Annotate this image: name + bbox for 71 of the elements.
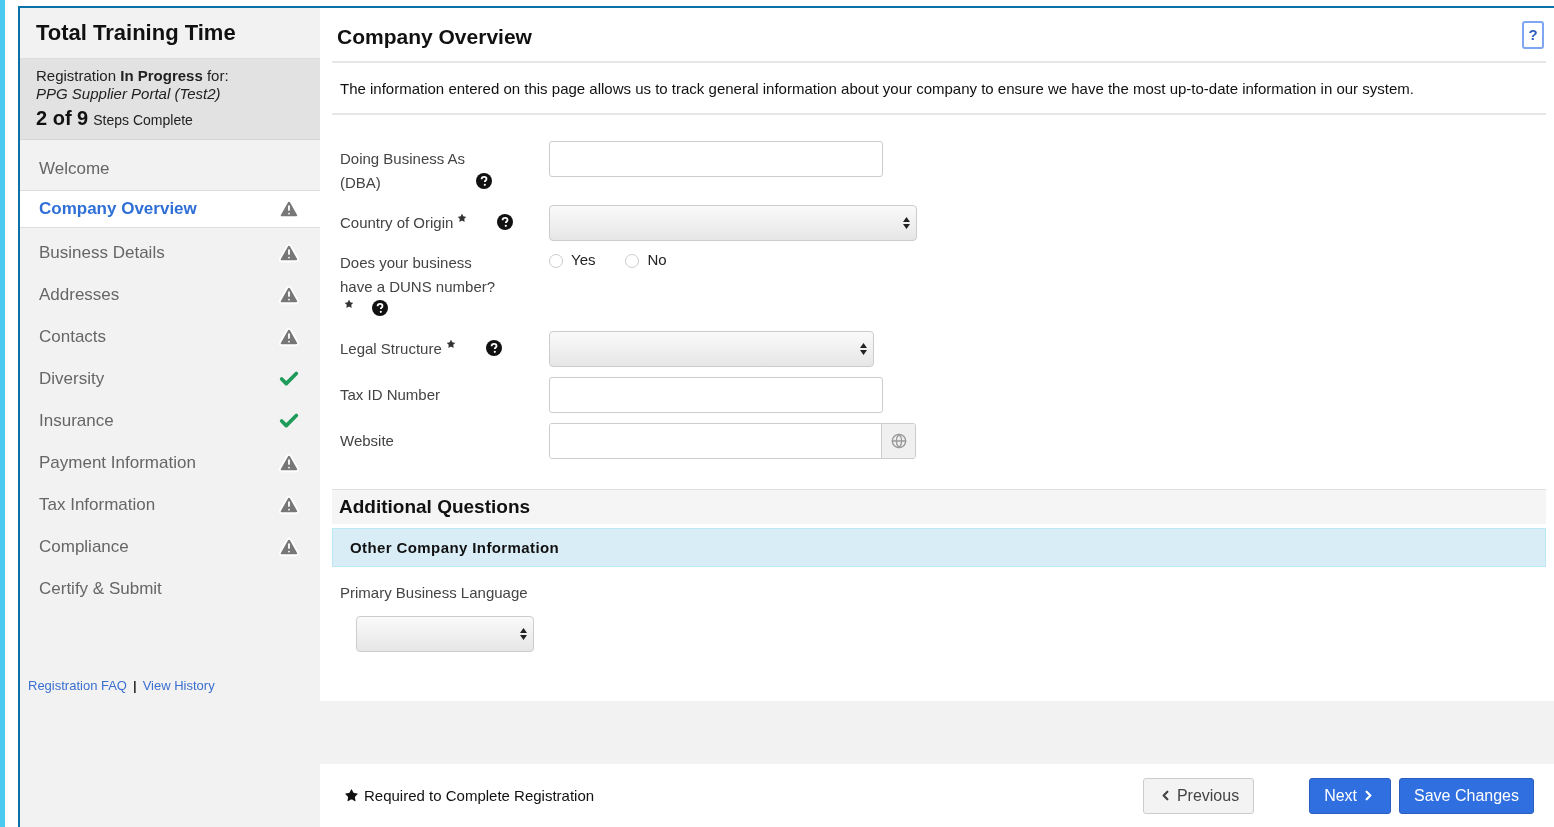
step-item[interactable]: Welcome [20,148,320,190]
select-field[interactable] [549,205,917,241]
field-label: Country of Origin [340,214,454,231]
step-item[interactable]: Insurance [20,400,320,442]
text-field[interactable] [549,377,883,413]
select-arrows-icon [903,217,910,229]
help-icon[interactable] [497,214,514,230]
help-icon[interactable] [485,340,502,356]
subsection-bar: Other Company Information [332,528,1546,567]
text-field[interactable] [549,141,883,177]
radio-option[interactable]: No [625,251,667,321]
step-label: Payment Information [39,453,196,473]
nav-button[interactable]: Previous [1142,777,1255,814]
intro-text: The information entered on this page allows us to track general information about your company to ensure we have the most up-to-date information in our system. [332,63,1546,115]
step-item[interactable]: Business Details [20,232,320,274]
select-field[interactable] [356,616,534,652]
registration-status: Registration In Progress for: [36,67,230,84]
section-heading: Additional Questions [332,489,1546,524]
step-item[interactable]: Addresses [20,274,320,316]
step-item[interactable]: Contacts [20,316,320,358]
warning-icon [278,452,300,474]
faq-link[interactable]: Registration FAQ [28,678,127,693]
warning-icon [278,242,300,264]
page-title: Company Overview [337,24,532,49]
progress-label: Steps Complete [93,112,193,128]
step-item[interactable]: Diversity [20,358,320,400]
radio-button[interactable] [625,254,640,268]
warning-icon [278,284,300,306]
warning-icon [278,198,300,220]
history-link[interactable]: View History [142,678,215,693]
select-arrows-icon [860,343,867,355]
warning-icon [278,326,300,348]
help-icon[interactable] [476,173,492,189]
nav-button[interactable]: Next [1309,777,1392,814]
step-label: Tax Information [39,495,156,515]
step-label: Contacts [39,327,107,347]
step-item[interactable]: Payment Information [20,442,320,484]
radio-option[interactable]: Yes [549,251,596,321]
required-legend: Required to Complete Registration [364,787,595,804]
field-label: Legal Structure [340,340,442,357]
step-label: Compliance [39,537,129,557]
select-arrows-icon [520,628,527,640]
step-item[interactable]: Tax Information [20,484,320,526]
step-label: Addresses [39,285,120,305]
step-label: Insurance [39,411,114,431]
step-label: Company Overview [39,199,197,219]
help-icon[interactable] [372,300,388,316]
progress-count: 2 of 9 [36,107,89,130]
field-label: Doing Business As (DBA) [340,150,466,191]
step-item[interactable]: Compliance [20,526,320,568]
field-label: Tax ID Number [340,386,441,403]
required-star-icon [344,788,359,803]
select-field[interactable] [549,331,874,367]
field-label: Primary Business Language [340,584,529,601]
step-label: Certify & Submit [39,579,162,599]
step-item[interactable]: Company Overview [20,190,320,228]
step-item[interactable]: Certify & Submit [20,568,320,610]
step-label: Welcome [39,159,110,179]
warning-icon [278,536,300,558]
warning-icon [278,494,300,516]
radio-button[interactable] [549,254,563,268]
help-button[interactable]: ? [1522,20,1544,49]
step-label: Diversity [39,369,105,389]
website-field[interactable] [549,423,916,459]
field-label: Website [340,432,394,449]
nav-button[interactable]: Save Changes [1399,777,1534,814]
field-label: Does your business have a DUNS number? [340,254,496,295]
portal-name: PPG Supplier Portal (Test2) [36,85,222,102]
link-separator: | [133,678,137,693]
step-label: Business Details [39,243,165,263]
globe-icon [890,433,907,449]
